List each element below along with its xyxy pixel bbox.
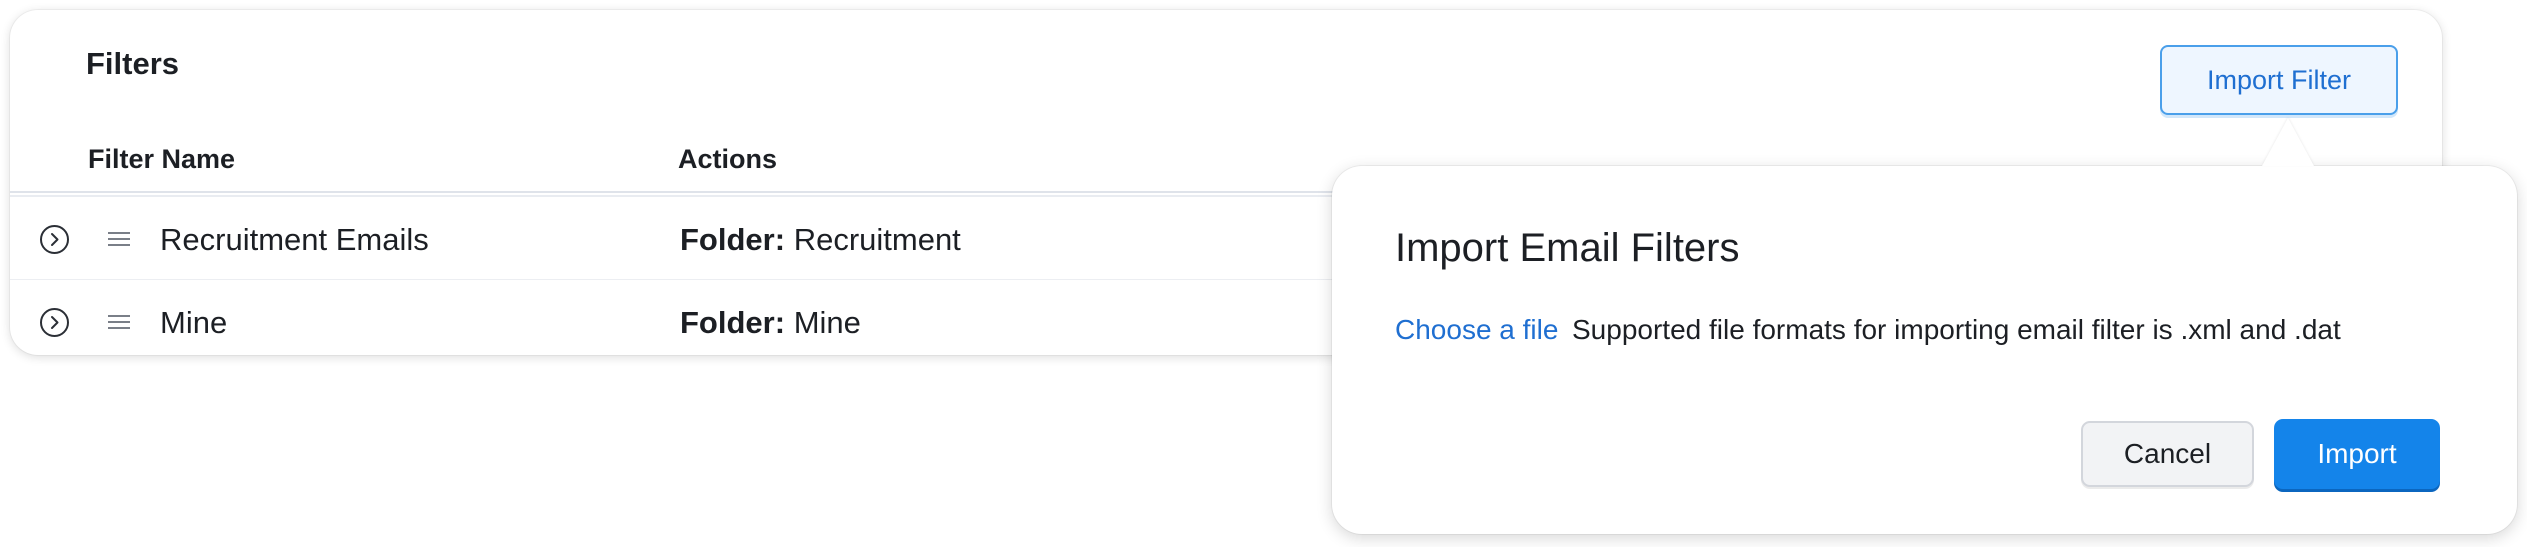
action-value: Recruitment	[793, 222, 961, 257]
choose-file-link[interactable]: Choose a file	[1395, 314, 1558, 346]
chevron-right-circle-icon[interactable]	[39, 224, 70, 255]
popover-title: Import Email Filters	[1395, 226, 1740, 270]
filter-name: Recruitment Emails	[160, 222, 429, 257]
column-header-actions: Actions	[678, 144, 778, 174]
action-label: Folder:	[680, 222, 786, 257]
page-title: Filters	[86, 46, 180, 81]
import-button[interactable]: Import	[2274, 419, 2440, 489]
import-filter-button[interactable]: Import Filter	[2160, 45, 2398, 115]
column-header-filter-name: Filter Name	[88, 144, 236, 174]
filter-action: Folder: Recruitment	[680, 222, 961, 258]
import-email-filters-popover: Import Email Filters Choose a file Suppo…	[1332, 118, 2517, 534]
action-value: Mine	[793, 305, 861, 340]
filter-action: Folder: Mine	[680, 305, 861, 341]
filter-name: Mine	[160, 305, 228, 340]
chevron-right-circle-icon[interactable]	[39, 307, 70, 338]
supported-formats-text: Supported file formats for importing ema…	[1572, 314, 2341, 345]
cancel-button[interactable]: Cancel	[2081, 421, 2254, 487]
action-label: Folder:	[680, 305, 786, 340]
drag-handle-icon[interactable]	[108, 314, 130, 330]
popover-arrow	[2262, 118, 2314, 166]
drag-handle-icon[interactable]	[108, 231, 130, 247]
